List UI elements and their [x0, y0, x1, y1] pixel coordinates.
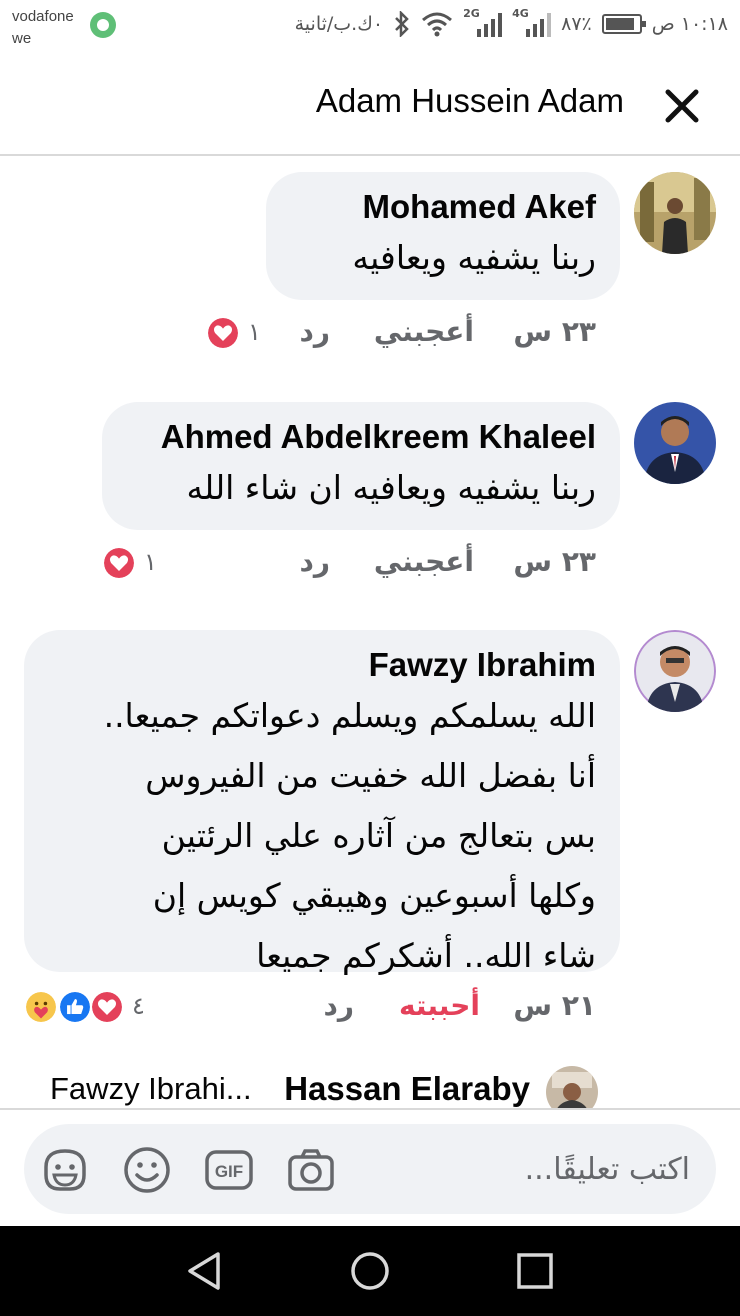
comment-bubble[interactable]: Mohamed Akef ربنا يشفيه ويعافيه — [266, 172, 620, 300]
comment-composer[interactable]: GIF — [24, 1124, 716, 1214]
page-title: Adam Hussein Adam — [315, 82, 624, 119]
reply-button[interactable]: رد — [324, 986, 355, 1026]
reply-snippet: Fawzy Ibrahi... — [50, 1071, 252, 1106]
avatar[interactable] — [546, 1066, 598, 1108]
avatar[interactable] — [634, 630, 716, 712]
reaction-count[interactable]: ١ — [144, 542, 157, 582]
avatar[interactable] — [634, 402, 716, 484]
reply-button[interactable]: رد — [300, 312, 331, 352]
comment-time: ٢٣ س — [513, 545, 596, 578]
reaction-count[interactable]: ١ — [248, 312, 261, 352]
comments-list: Mohamed Akef ربنا يشفيه ويعافيه ٢٣ س أعج… — [0, 156, 740, 1108]
recents-icon[interactable] — [512, 1248, 558, 1294]
love-reaction-icon[interactable] — [90, 990, 124, 1024]
like-button[interactable]: أعجبني — [374, 312, 474, 352]
reaction-count[interactable]: ٤ — [132, 986, 145, 1026]
comment-bubble[interactable]: Ahmed Abdelkreem Khaleel ربنا يشفيه ويعا… — [102, 402, 620, 530]
love-button[interactable]: أحببته — [399, 986, 480, 1026]
camera-icon[interactable] — [286, 1145, 336, 1195]
home-icon[interactable] — [347, 1248, 393, 1294]
comment-text-line: أنا بفضل الله خفيت من الفيروس — [145, 756, 596, 795]
comment-bubble[interactable]: Fawzy Ibrahim الله يسلمكم ويسلم دعواتكم … — [24, 630, 620, 975]
reply-preview[interactable]: Hassan Elaraby Fawzy Ibrahi... — [0, 1060, 740, 1108]
love-reaction-icon[interactable] — [206, 316, 240, 350]
reply-button[interactable]: رد — [300, 542, 331, 582]
comment-input[interactable] — [350, 1144, 690, 1194]
data-speed: ٠ك.ب/ثانية — [294, 13, 384, 35]
battery-percent: ٨٧٪ — [561, 13, 592, 35]
like-reaction-icon[interactable] — [58, 990, 92, 1024]
bluetooth-icon — [395, 11, 409, 37]
sticker-icon[interactable] — [40, 1145, 90, 1195]
comment-actions: ٢١ س أحببته رد ٤ — [0, 986, 740, 1030]
avatar[interactable] — [634, 172, 716, 254]
comment-author[interactable]: Fawzy Ibrahim — [48, 644, 596, 686]
battery-icon — [601, 14, 646, 34]
care-reaction-icon[interactable] — [24, 990, 58, 1024]
comment-text-line: بس بتعالج من آثاره علي الرئتين — [161, 816, 596, 855]
comment-text: ربنا يشفيه ويعافيه ان شاء الله — [186, 468, 596, 507]
love-reaction-icon[interactable] — [102, 546, 136, 580]
comment-author[interactable]: Ahmed Abdelkreem Khaleel — [126, 416, 596, 458]
comment-text: ربنا يشفيه ويعافيه — [352, 238, 596, 277]
carrier-label: vodafone we — [12, 6, 74, 50]
clock: ١٠:١٨ ص — [651, 13, 728, 35]
comment-actions: ٢٣ س أعجبني رد ١ — [0, 312, 740, 356]
like-button[interactable]: أعجبني — [374, 542, 474, 582]
comment-text-line: وكلها أسبوعين وهيبقي كويس إن — [152, 876, 596, 915]
system-nav-bar — [0, 1226, 740, 1316]
signal-2g-icon: 2G — [463, 7, 503, 37]
back-icon[interactable] — [182, 1248, 228, 1294]
reply-author[interactable]: Hassan Elaraby — [284, 1068, 530, 1108]
status-bar: vodafone we ٠ك.ب/ثانية 2G 4G ٨٧٪ ١٠:١٨ ص — [0, 0, 740, 52]
close-icon[interactable] — [660, 84, 704, 128]
wifi-icon — [422, 12, 453, 37]
svg-text:GIF: GIF — [215, 1162, 243, 1181]
network-2g-label: 2G — [463, 7, 480, 20]
comment-time: ٢٣ س — [513, 315, 596, 348]
status-indicators: ٠ك.ب/ثانية 2G 4G ٨٧٪ ١٠:١٨ ص — [294, 7, 728, 40]
comment-text-line: شاء الله.. أشكركم جميعا — [256, 936, 596, 975]
comment-time: ٢١ س — [513, 989, 596, 1022]
comment-actions: ٢٣ س أعجبني رد ١ — [0, 542, 740, 586]
whatsapp-icon — [90, 12, 116, 38]
emoji-icon[interactable] — [122, 1145, 172, 1195]
comments-header: Adam Hussein Adam — [0, 52, 740, 156]
comment-text-line: الله يسلمكم ويسلم دعواتكم جميعا.. — [103, 696, 596, 735]
carrier-name-2: we — [12, 30, 32, 47]
network-4g-label: 4G — [512, 7, 529, 20]
signal-4g-icon: 4G — [512, 7, 552, 37]
gif-icon[interactable]: GIF — [204, 1145, 254, 1195]
comment-author[interactable]: Mohamed Akef — [290, 186, 596, 228]
comment-composer-bar: GIF — [0, 1108, 740, 1226]
carrier-name-1: vodafone — [12, 8, 74, 25]
